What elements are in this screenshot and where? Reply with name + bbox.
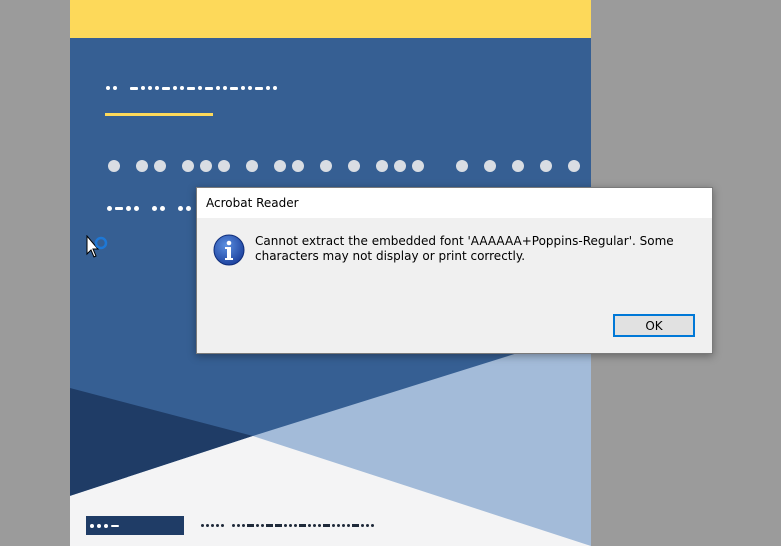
dialog-title: Acrobat Reader <box>206 196 299 210</box>
redacted-title-line <box>108 160 586 172</box>
heading-underline <box>105 113 213 116</box>
footer-label-block <box>86 516 184 535</box>
alert-dialog: Acrobat Reader Cannot extract the embedd… <box>196 187 713 354</box>
dialog-body: Cannot extract the embedded font 'AAAAAA… <box>197 218 712 352</box>
redacted-subtitle-line <box>107 206 194 211</box>
dialog-titlebar[interactable]: Acrobat Reader <box>197 188 712 218</box>
dialog-message: Cannot extract the embedded font 'AAAAAA… <box>255 234 674 263</box>
busy-cursor-icon <box>86 235 108 258</box>
footer-redacted-text <box>201 524 376 527</box>
info-icon <box>213 234 245 266</box>
ok-button[interactable]: OK <box>613 314 695 337</box>
redacted-heading <box>106 86 280 90</box>
